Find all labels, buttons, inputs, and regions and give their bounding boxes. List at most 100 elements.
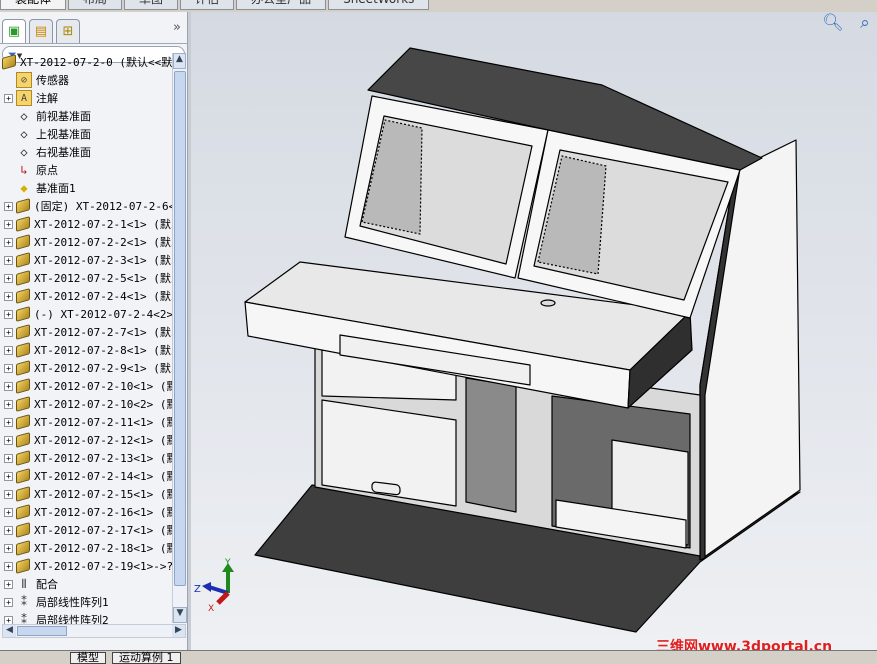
tree-item-label: 右视基准面 [36,146,91,159]
scroll-thumb-horizontal[interactable] [17,626,67,636]
scroll-down-icon[interactable]: ▼ [173,607,187,623]
expand-icon[interactable]: + [4,453,13,463]
expand-icon[interactable]: + [4,219,13,229]
graphics-area[interactable]: 🔍︎ ⌕ ↰ ▥ ⬚▾ ◧▾ ∞▾ [191,12,877,650]
tree-item-label: XT-2012-07-2-15<1> (默 [34,488,172,501]
expand-icon[interactable]: + [4,597,13,607]
tree-item[interactable]: ◇ 上视基准面 [0,125,172,143]
tab-office-products[interactable]: 办公室产品 [236,0,327,10]
tree-item[interactable]: + ⫴ 配合 [0,575,172,593]
expand-icon[interactable]: + [4,345,13,355]
tree-item[interactable]: + (固定) XT-2012-07-2-6< [0,197,172,215]
property-manager-tab[interactable]: ▤ [29,19,53,43]
scroll-right-icon[interactable]: ▶ [172,625,185,637]
tree-item[interactable]: + XT-2012-07-2-15<1> (默 [0,485,172,503]
part-icon [16,198,30,214]
center-cavity [465,377,517,513]
tree-item[interactable]: + XT-2012-07-2-9<1> (默i [0,359,172,377]
expand-icon[interactable]: + [4,525,13,535]
tree-item[interactable]: + A 注解 [0,89,172,107]
tree-item[interactable]: ◆ 基准面1 [0,179,172,197]
expand-icon[interactable]: + [4,237,13,247]
tree-item[interactable]: ↳ 原点 [0,161,172,179]
tree-item[interactable]: + XT-2012-07-2-1<1> (默i [0,215,172,233]
scroll-thumb[interactable] [174,71,186,586]
tree-horizontal-scrollbar[interactable]: ◀ ▶ [2,624,186,638]
expand-icon[interactable]: + [4,201,13,211]
tree-item[interactable]: ◇ 右视基准面 [0,143,172,161]
model-canvas[interactable]: Y Z X [191,12,877,650]
part-icon [16,342,30,358]
expand-icon[interactable]: + [4,327,13,337]
tab-sheetworks[interactable]: SheetWorks [328,0,430,10]
tab-assembly[interactable]: 装配体 [0,0,67,10]
tab-motion-study[interactable]: 运动算例 1 [112,652,181,664]
tree-item[interactable]: + XT-2012-07-2-10<1> (默 [0,377,172,395]
expand-icon[interactable]: + [4,399,13,409]
tree-vertical-scrollbar[interactable]: ▲ ▼ [172,53,187,623]
tree-item[interactable]: + XT-2012-07-2-7<1> (默i [0,323,172,341]
feature-tree: XT-2012-07-2-0 (默认<<默 ⊘ 传感器 + A 注解 ◇ 前视基准面 ◇ 上视基准… [0,53,172,625]
subassembly-icon [16,468,30,484]
tree-item-label: (-) XT-2012-07-2-4<2> [34,307,172,321]
expand-icon[interactable]: + [4,381,13,391]
part-icon [16,450,30,466]
expand-icon[interactable]: + [4,561,13,571]
tree-item[interactable]: + XT-2012-07-2-12<1> (默 [0,431,172,449]
feature-manager-tab[interactable]: ▣ [2,19,26,43]
tree-item[interactable]: + XT-2012-07-2-14<1> (默 [0,467,172,485]
tree-item[interactable]: ◇ 前视基准面 [0,107,172,125]
tab-model[interactable]: 模型 [70,652,106,664]
part-icon [16,252,30,268]
expand-icon[interactable]: + [4,507,13,517]
expand-icon[interactable]: + [4,273,13,283]
expand-icon[interactable]: + [4,255,13,265]
expand-icon[interactable]: + [4,471,13,481]
expand-icon[interactable]: + [4,543,13,553]
tree-item[interactable]: + XT-2012-07-2-19<1>->? [0,557,172,575]
part-icon [16,486,30,502]
tree-item[interactable]: + XT-2012-07-2-13<1> (默 [0,449,172,467]
tree-item[interactable]: + XT-2012-07-2-18<1> (默 [0,539,172,557]
tree-item-label: XT-2012-07-2-1<1> (默i [34,218,172,231]
tree-item[interactable]: + XT-2012-07-2-5<1> (默i [0,269,172,287]
part-icon [16,360,30,376]
tree-item[interactable]: + XT-2012-07-2-2<1> (默i [0,233,172,251]
tree-item[interactable]: + ⁑ 局部线性阵列1 [0,593,172,611]
expand-icon[interactable]: + [4,291,13,301]
assembly-icon [2,54,16,70]
tree-item[interactable]: + XT-2012-07-2-4<1> (默i [0,287,172,305]
expand-icon[interactable]: + [4,309,13,319]
configuration-manager-tab[interactable]: ⊞ [56,19,80,43]
scroll-up-icon[interactable]: ▲ [173,53,186,69]
expand-icon[interactable]: + [4,93,13,103]
expand-icon[interactable]: + [4,579,13,589]
expand-icon[interactable]: + [4,489,13,499]
tree-item[interactable]: + XT-2012-07-2-8<1> (默i [0,341,172,359]
tree-item-label: (固定) XT-2012-07-2-6< [34,200,172,213]
part-icon [16,414,30,430]
expand-icon[interactable]: + [4,363,13,373]
tree-item[interactable]: + (-) XT-2012-07-2-4<2> [0,305,172,323]
desk-grommet [540,299,556,307]
triad-y-label: Y [224,558,231,568]
tree-item-label: XT-2012-07-2-4<1> (默i [34,290,172,303]
tree-item-label: 前视基准面 [36,110,91,123]
tree-item[interactable]: + ⁑ 局部线性阵列2 [0,611,172,625]
scroll-left-icon[interactable]: ◀ [3,625,16,637]
tree-item[interactable]: + XT-2012-07-2-16<1> (默 [0,503,172,521]
tree-item[interactable]: + XT-2012-07-2-11<1> (默 [0,413,172,431]
tab-sketch[interactable]: 草图 [124,0,179,10]
tab-layout[interactable]: 布局 [68,0,123,10]
expand-panel-button[interactable]: » [173,20,181,35]
tree-item[interactable]: + XT-2012-07-2-3<1> (默i [0,251,172,269]
tree-item[interactable]: + XT-2012-07-2-17<1> (默 [0,521,172,539]
tree-item[interactable]: + XT-2012-07-2-10<2> (默 [0,395,172,413]
tree-item-label: XT-2012-07-2-3<1> (默i [34,254,172,267]
tree-item[interactable]: XT-2012-07-2-0 (默认<<默 [0,53,172,71]
tab-evaluate[interactable]: 评估 [180,0,235,10]
expand-icon[interactable]: + [4,435,13,445]
tree-item-label: XT-2012-07-2-17<1> (默 [34,524,172,537]
expand-icon[interactable]: + [4,417,13,427]
tree-item[interactable]: ⊘ 传感器 [0,71,172,89]
